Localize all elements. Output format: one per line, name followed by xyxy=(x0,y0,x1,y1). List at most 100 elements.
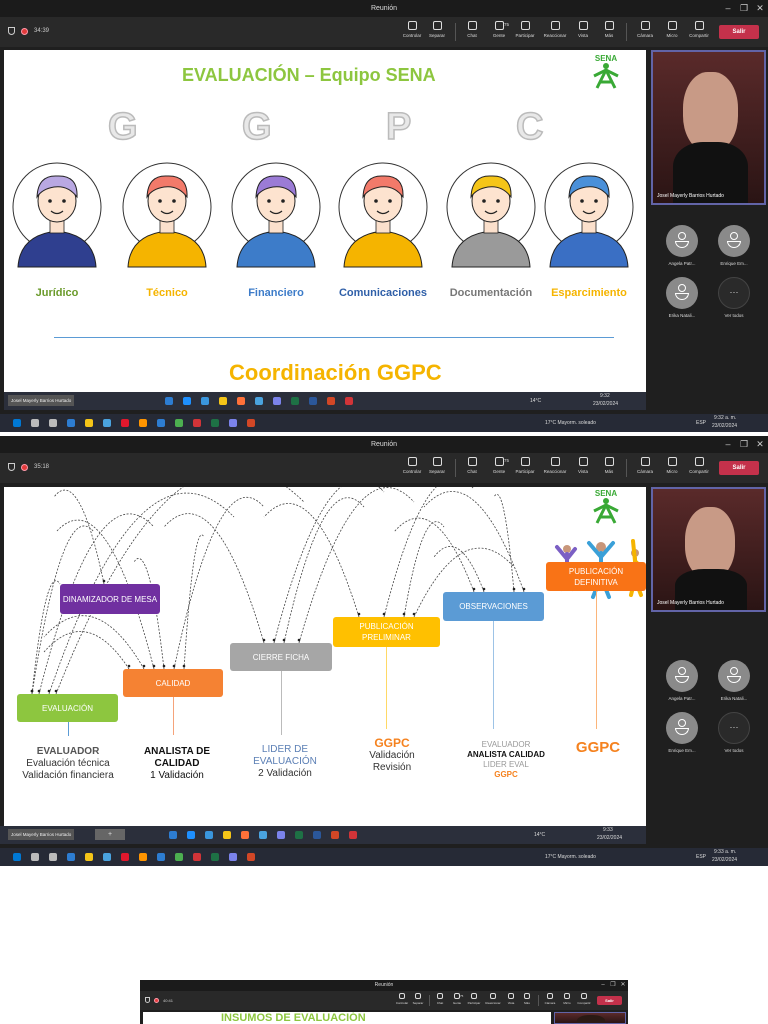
taskbar-app-icon[interactable] xyxy=(165,397,173,405)
taskbar-app-icon[interactable] xyxy=(313,831,321,839)
toolbar-button-9[interactable]: Micro xyxy=(658,457,686,474)
taskbar-app-icon[interactable] xyxy=(331,831,339,839)
toolbar-button-6[interactable]: Vista xyxy=(569,457,597,474)
presenter-video[interactable] xyxy=(554,1012,626,1024)
taskbar-app-icon[interactable] xyxy=(103,853,111,861)
see-all-button[interactable]: ··· Ver todos xyxy=(708,712,760,753)
minimize-button[interactable]: – xyxy=(598,980,608,991)
participant-tile[interactable]: Enrique Em... xyxy=(708,225,760,266)
presenter-video[interactable]: Josel Mayerly Barrios Hurtado xyxy=(651,487,766,612)
taskbar-app-icon[interactable] xyxy=(187,831,195,839)
toolbar-button-1[interactable]: Separar xyxy=(423,457,451,474)
toolbar-button-3[interactable]: 75 Gente xyxy=(448,993,466,1005)
taskbar-app-icon[interactable] xyxy=(211,853,219,861)
leave-button[interactable]: Salir xyxy=(597,996,622,1005)
leave-button[interactable]: Salir xyxy=(719,461,759,475)
taskbar-app-icon[interactable] xyxy=(183,397,191,405)
taskbar-app-icon[interactable] xyxy=(247,419,255,427)
toolbar-button-6[interactable]: Vista xyxy=(569,21,597,38)
toolbar-button-2[interactable]: Chat xyxy=(458,457,486,474)
taskbar-app-icon[interactable] xyxy=(175,419,183,427)
toolbar-button-1[interactable]: Separar xyxy=(409,993,427,1005)
taskbar-app-icon[interactable] xyxy=(291,397,299,405)
toolbar-button-7[interactable]: Más xyxy=(595,457,623,474)
new-tab-button[interactable]: + xyxy=(95,829,125,840)
participant-tile[interactable]: Erika Natali... xyxy=(656,277,708,318)
toolbar-button-5[interactable]: Reaccionar xyxy=(484,993,502,1005)
toolbar-button-4[interactable]: Participar xyxy=(465,993,483,1005)
taskbar-app-icon[interactable] xyxy=(157,419,165,427)
toolbar-button-8[interactable]: Cámara xyxy=(541,993,559,1005)
maximize-button[interactable]: ❐ xyxy=(608,980,618,991)
participant-tile[interactable]: Enrique Em... xyxy=(656,712,708,753)
toolbar-button-5[interactable]: Reaccionar xyxy=(541,21,569,38)
see-all-button[interactable]: ··· Ver todos xyxy=(708,277,760,318)
taskbar-app-icon[interactable] xyxy=(309,397,317,405)
participant-tile[interactable]: Angela Patr... xyxy=(656,225,708,266)
taskbar-app-icon[interactable] xyxy=(273,397,281,405)
taskbar-app-icon[interactable] xyxy=(103,419,111,427)
start-icon[interactable] xyxy=(13,853,21,861)
toolbar-button-4[interactable]: Participar xyxy=(511,457,539,474)
taskbar-app-icon[interactable] xyxy=(255,397,263,405)
taskbar-app-icon[interactable] xyxy=(201,397,209,405)
taskbar-app-icon[interactable] xyxy=(223,831,231,839)
toolbar-button-3[interactable]: 75 Gente xyxy=(485,21,513,38)
search-icon[interactable] xyxy=(31,853,39,861)
maximize-button[interactable]: ❐ xyxy=(736,0,752,17)
taskbar-app-icon[interactable] xyxy=(277,831,285,839)
toolbar-button-2[interactable]: Chat xyxy=(458,21,486,38)
taskbar-app-icon[interactable] xyxy=(67,419,75,427)
toolbar-button-10[interactable]: Compartir xyxy=(685,457,713,474)
taskbar-app-icon[interactable] xyxy=(121,419,129,427)
taskbar-app-icon[interactable] xyxy=(229,853,237,861)
toolbar-button-10[interactable]: Compartir xyxy=(575,993,593,1005)
taskbar-app-icon[interactable] xyxy=(241,831,249,839)
toolbar-button-0[interactable]: Controlar xyxy=(398,21,426,38)
search-icon[interactable] xyxy=(31,419,39,427)
taskbar-app-icon[interactable] xyxy=(193,419,201,427)
toolbar-button-0[interactable]: Controlar xyxy=(398,457,426,474)
taskbar-app-icon[interactable] xyxy=(169,831,177,839)
toolbar-button-10[interactable]: Compartir xyxy=(685,21,713,38)
participant-tile[interactable]: Angela Patr... xyxy=(656,660,708,701)
toolbar-button-9[interactable]: Micro xyxy=(558,993,576,1005)
toolbar-button-2[interactable]: Chat xyxy=(431,993,449,1005)
taskbar-app-icon[interactable] xyxy=(219,397,227,405)
taskbar-app-icon[interactable] xyxy=(247,853,255,861)
taskbar-app-icon[interactable] xyxy=(193,853,201,861)
taskbar-app-icon[interactable] xyxy=(259,831,267,839)
taskbar-app-icon[interactable] xyxy=(49,853,57,861)
taskbar-app-icon[interactable] xyxy=(139,419,147,427)
toolbar-button-3[interactable]: 75 Gente xyxy=(485,457,513,474)
taskbar-app-icon[interactable] xyxy=(205,831,213,839)
close-button[interactable]: ✕ xyxy=(752,436,768,453)
toolbar-button-5[interactable]: Reaccionar xyxy=(541,457,569,474)
taskbar-app-icon[interactable] xyxy=(211,419,219,427)
taskbar-app-icon[interactable] xyxy=(85,853,93,861)
minimize-button[interactable]: – xyxy=(720,0,736,17)
taskbar-app-icon[interactable] xyxy=(85,419,93,427)
toolbar-button-1[interactable]: Separar xyxy=(423,21,451,38)
toolbar-button-7[interactable]: Más xyxy=(518,993,536,1005)
taskbar-app-icon[interactable] xyxy=(295,831,303,839)
start-icon[interactable] xyxy=(13,419,21,427)
taskbar-app-icon[interactable] xyxy=(175,853,183,861)
toolbar-button-9[interactable]: Micro xyxy=(658,21,686,38)
taskbar-app-icon[interactable] xyxy=(67,853,75,861)
taskbar-app-icon[interactable] xyxy=(237,397,245,405)
leave-button[interactable]: Salir xyxy=(719,25,759,39)
toolbar-button-7[interactable]: Más xyxy=(595,21,623,38)
toolbar-button-8[interactable]: Cámara xyxy=(631,457,659,474)
toolbar-button-8[interactable]: Cámara xyxy=(631,21,659,38)
taskbar-app-icon[interactable] xyxy=(49,419,57,427)
maximize-button[interactable]: ❐ xyxy=(736,436,752,453)
taskbar-app-icon[interactable] xyxy=(229,419,237,427)
taskbar-app-icon[interactable] xyxy=(157,853,165,861)
presenter-video[interactable]: Josel Mayerly Barrios Hurtado xyxy=(651,50,766,205)
toolbar-button-4[interactable]: Participar xyxy=(511,21,539,38)
taskbar-app-icon[interactable] xyxy=(349,831,357,839)
minimize-button[interactable]: – xyxy=(720,436,736,453)
close-button[interactable]: ✕ xyxy=(752,0,768,17)
taskbar-app-icon[interactable] xyxy=(139,853,147,861)
